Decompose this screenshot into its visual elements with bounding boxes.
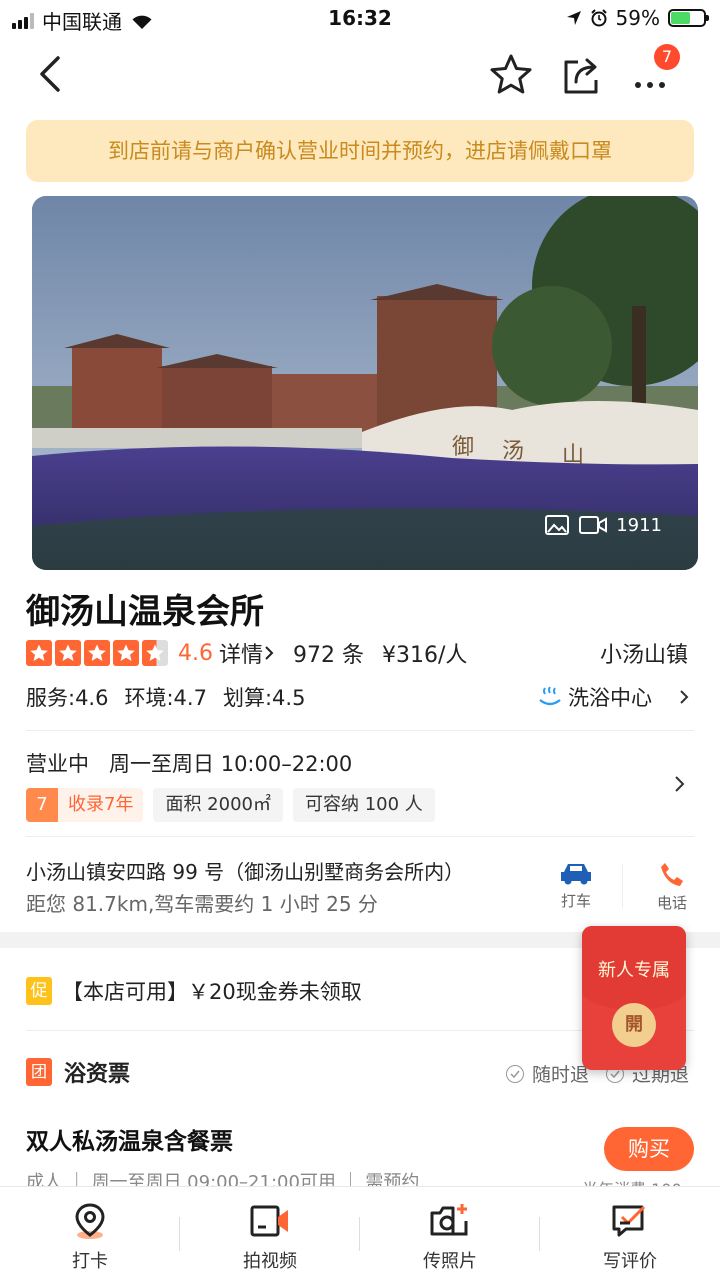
business-hours[interactable]: 营业中 周一至周日 10:00–22:00 <box>26 748 352 778</box>
environment-score: 环境:4.7 <box>124 686 207 710</box>
tab-upload-photo-label: 传照片 <box>423 1251 477 1272</box>
star-icon <box>84 640 110 666</box>
divider <box>622 864 623 908</box>
hero-photo[interactable]: 御 汤 山 1911 <box>32 196 698 570</box>
write-review-icon <box>612 1205 646 1237</box>
years-tag: 7 收录7年 <box>26 788 144 822</box>
red-packet-open-button[interactable]: 開 <box>612 1003 656 1047</box>
ticket-section-header: 团 浴资票 <box>26 1056 130 1088</box>
video-icon <box>579 516 608 534</box>
chevron-right-icon[interactable] <box>670 772 690 796</box>
signal-icon <box>12 12 34 29</box>
refund-anytime: 随时退 <box>506 1060 589 1087</box>
status-bar: 中国联通 16:32 59% <box>0 0 720 36</box>
status-right: 59% <box>566 6 709 30</box>
call-label: 电话 <box>656 894 687 912</box>
call-button[interactable]: 电话 <box>642 860 702 913</box>
media-count[interactable]: 1911 <box>544 514 662 536</box>
star-icon <box>26 640 52 666</box>
years-tag-number: 7 <box>26 788 58 822</box>
distance-text: 距您 81.7km,驾车需要约 1 小时 25 分 <box>26 892 378 916</box>
tab-write-review[interactable]: 写评价 <box>540 1187 720 1280</box>
battery-percent: 59% <box>615 6 660 30</box>
tab-write-review-label: 写评价 <box>603 1251 657 1272</box>
star-icon <box>113 640 139 666</box>
buy-button[interactable]: 购买 <box>604 1127 694 1171</box>
camera-plus-icon <box>430 1204 468 1236</box>
back-icon[interactable] <box>32 52 72 96</box>
top-nav <box>0 40 720 110</box>
chevron-right-icon <box>680 690 689 704</box>
open-schedule: 周一至周日 10:00–22:00 <box>109 752 353 776</box>
sub-scores: 服务:4.6 环境:4.7 划算:4.5 洗浴中心 <box>26 682 694 712</box>
value-score: 划算:4.5 <box>222 686 306 710</box>
location-pin-icon <box>75 1203 105 1239</box>
svg-text:御: 御 <box>452 435 474 460</box>
refund-anytime-label: 随时退 <box>532 1064 590 1086</box>
tab-checkin-label: 打卡 <box>72 1251 108 1272</box>
tab-shoot-video[interactable]: 拍视频 <box>180 1187 360 1280</box>
coupon-text: 【本店可用】￥20现金券未领取 <box>62 980 362 1004</box>
car-icon <box>561 864 591 885</box>
avg-price: ¥316/人 <box>382 643 468 668</box>
promo-tag: 促 <box>26 977 52 1005</box>
service-score: 服务:4.6 <box>26 686 109 710</box>
taxi-label: 打车 <box>560 892 591 910</box>
shop-name: 御汤山温泉会所 <box>26 592 264 632</box>
location-arrow-icon <box>566 11 581 25</box>
open-status: 营业中 <box>26 752 89 776</box>
size-tag: 面积 2000㎡ <box>153 788 283 822</box>
image-icon <box>545 515 570 535</box>
coupon-row[interactable]: 促 【本店可用】￥20现金券未领取 <box>26 976 362 1006</box>
address-text[interactable]: 小汤山镇安四路 99 号（御汤山别墅商务会所内） <box>26 856 464 885</box>
hot-spring-icon <box>539 686 561 706</box>
red-packet-label: 新人专属 <box>598 960 670 981</box>
product-title[interactable]: 双人私汤温泉含餐票 <box>26 1122 233 1156</box>
bottom-action-bar: 打卡 拍视频 传照片 写评价 <box>0 1186 720 1280</box>
review-count: 972 条 <box>293 643 365 668</box>
newcomer-red-packet[interactable]: 新人专属 開 <box>582 926 686 1070</box>
notice-banner: 到店前请与商户确认营业时间并预约，进店请佩戴口罩 <box>26 120 694 182</box>
ticket-section-title: 浴资票 <box>64 1062 131 1087</box>
share-icon[interactable] <box>558 52 604 98</box>
category-link[interactable]: 洗浴中心 <box>538 682 694 712</box>
status-left: 中国联通 <box>12 6 154 35</box>
category-label: 洗浴中心 <box>568 686 652 710</box>
tab-shoot-video-label: 拍视频 <box>243 1251 297 1272</box>
chevron-right-icon <box>265 646 274 660</box>
taxi-button[interactable]: 打车 <box>546 860 606 911</box>
rating-row[interactable]: 4.6 详情 972 条 ¥316/人 小汤山镇 <box>26 636 694 670</box>
rating-score: 4.6 <box>178 640 213 666</box>
details-link[interactable]: 详情 <box>219 637 263 669</box>
tab-checkin[interactable]: 打卡 <box>0 1187 180 1280</box>
svg-text:汤: 汤 <box>502 439 524 464</box>
notification-badge: 7 <box>654 44 680 70</box>
media-count-label: 1911 <box>616 514 662 536</box>
wifi-icon <box>132 15 152 29</box>
phone-icon <box>661 863 683 886</box>
star-rating <box>26 640 168 666</box>
capacity-tag: 可容纳 100 人 <box>292 788 435 822</box>
shop-area: 小汤山镇 <box>599 643 688 668</box>
alarm-icon <box>590 9 607 27</box>
shop-tags: 7 收录7年 面积 2000㎡ 可容纳 100 人 <box>26 788 435 822</box>
video-camera-icon <box>250 1205 288 1237</box>
favorite-star-icon[interactable] <box>488 52 534 98</box>
divider <box>26 836 694 837</box>
divider <box>26 730 694 731</box>
half-star-icon <box>142 640 168 666</box>
check-circle-icon <box>506 1064 524 1083</box>
years-tag-label: 收录7年 <box>68 794 134 815</box>
battery-icon <box>668 9 709 27</box>
carrier-name: 中国联通 <box>42 10 122 34</box>
tab-upload-photo[interactable]: 传照片 <box>360 1187 540 1280</box>
group-buy-tag: 团 <box>26 1058 52 1086</box>
star-icon <box>55 640 81 666</box>
